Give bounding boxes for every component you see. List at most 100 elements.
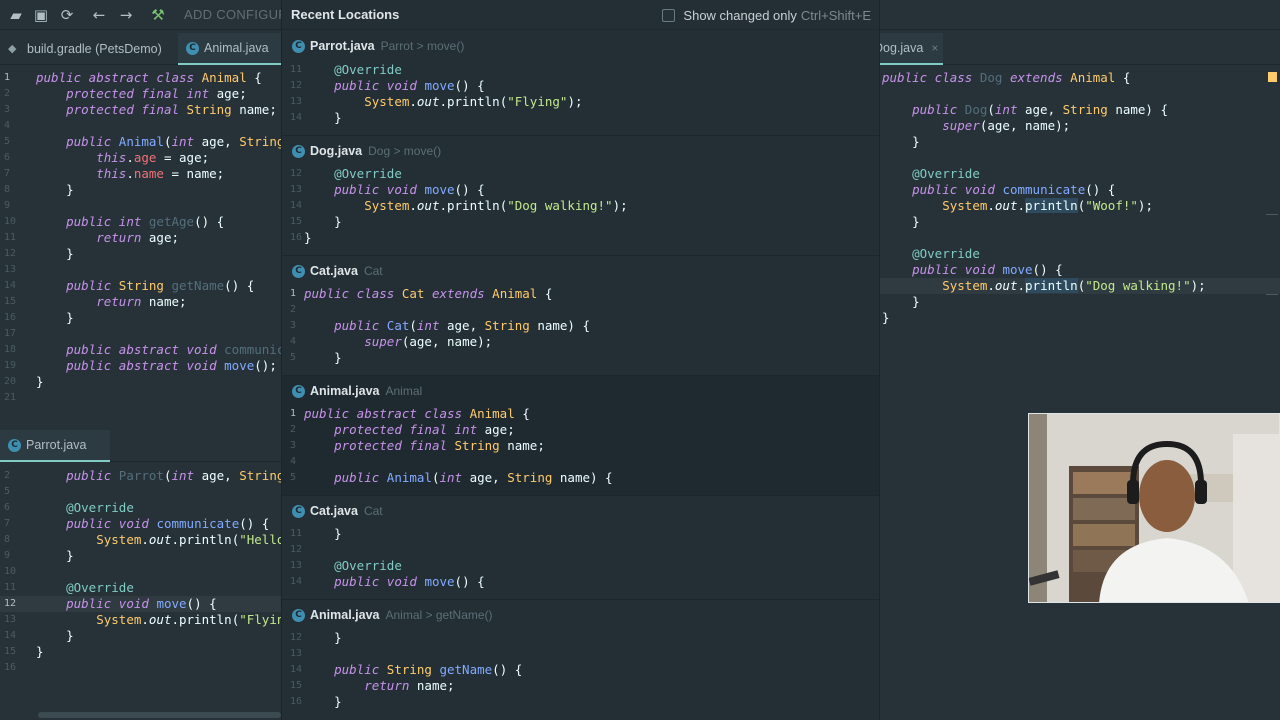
popup-title: Recent Locations: [291, 7, 400, 22]
code-line: 15 }: [290, 214, 342, 229]
right-tab-bar: Dog.java ×: [874, 33, 1280, 65]
code-line: 10 public int getAge() {: [4, 214, 225, 229]
location-item-header: C Dog.java Dog > move(): [282, 136, 879, 166]
location-path: Dog > move(): [368, 144, 442, 158]
code-line: 13: [290, 648, 303, 659]
code-line: 4: [4, 120, 11, 131]
location-item-cat-2[interactable]: C Cat.java Cat 11 } 12 13 @Override 14 p…: [282, 496, 879, 600]
code-line: 2 public Parrot(int age, String: [4, 468, 281, 483]
location-path: Cat: [363, 504, 383, 518]
gradle-icon: ◆: [8, 42, 17, 55]
code-line: 13 System.out.println("Flying");: [290, 94, 583, 109]
code-line: 21: [4, 392, 17, 403]
code-line: 12 }: [4, 246, 74, 261]
code-line: 11 @Override: [290, 62, 402, 77]
close-icon[interactable]: ×: [931, 41, 938, 55]
code-line: 5 public Animal(int age, String name) {: [290, 470, 613, 485]
code-line: 16 }: [4, 310, 74, 325]
save-icon[interactable]: ▣: [31, 5, 51, 25]
location-item-parrot-move[interactable]: C Parrot.java Parrot > move() 11 @Overri…: [282, 30, 879, 136]
presenter-video: [1029, 414, 1279, 602]
arrow-left-icon[interactable]: ←: [89, 5, 109, 25]
folder-icon[interactable]: ▰: [6, 5, 26, 25]
hammer-icon[interactable]: ⚒: [148, 5, 168, 25]
code-line: 13: [4, 264, 17, 275]
tab-label: Parrot.java: [26, 438, 87, 452]
code-line: 11 }: [290, 526, 342, 541]
location-item-header: C Cat.java Cat: [282, 256, 879, 286]
code-line: public Dog(int age, String name) {: [912, 102, 1169, 117]
location-file-name: Dog.java: [310, 144, 363, 158]
location-item-dog-move[interactable]: C Dog.java Dog > move() 12 @Override 13 …: [282, 136, 879, 256]
code-line: 1 public abstract class Animal {: [290, 406, 530, 421]
shortcut-label: Ctrl+Shift+E: [800, 8, 871, 23]
code-line: @Override: [912, 246, 980, 261]
location-item-cat[interactable]: C Cat.java Cat 1 public class Cat extends…: [282, 256, 879, 376]
show-changed-label: Show changed only: [683, 8, 797, 23]
code-line: }: [882, 134, 920, 149]
left-tab-bar: ◆ build.gradle (PetsDemo) C Animal.java: [0, 33, 281, 65]
code-line: 3 protected final String name;: [290, 438, 545, 453]
location-item-animal[interactable]: C Animal.java Animal 1 public abstract cl…: [282, 376, 879, 496]
code-line: }: [882, 294, 920, 309]
scroll-marker: [1266, 214, 1278, 215]
code-line: 5 }: [290, 350, 342, 365]
code-line: }: [882, 214, 920, 229]
tab-dog-java[interactable]: Dog.java ×: [874, 33, 943, 65]
animal-editor[interactable]: 1 public abstract class Animal { 2 protec…: [0, 70, 281, 410]
code-line: 1 public abstract class Animal {: [4, 70, 262, 85]
code-line: 12 }: [290, 630, 342, 645]
java-class-icon: C: [292, 504, 305, 518]
code-line: 17: [4, 328, 17, 339]
code-line: 15 return name;: [290, 678, 455, 693]
horizontal-scrollbar[interactable]: [38, 712, 281, 718]
code-line-current: System.out.println("Dog walking!");: [880, 278, 1280, 294]
java-class-icon: C: [292, 264, 305, 278]
code-line: 16 }: [290, 694, 342, 709]
java-class-icon: C: [292, 608, 305, 622]
location-item-animal-getname[interactable]: C Animal.java Animal > getName() 12 } 13…: [282, 600, 879, 720]
code-line: 8 System.out.println("Hello: [4, 532, 281, 547]
warning-marker[interactable]: [1268, 72, 1277, 82]
code-line: 9 }: [4, 548, 74, 563]
location-item-header: C Animal.java Animal > getName(): [282, 600, 879, 630]
tab-parrot-java[interactable]: C Parrot.java: [0, 430, 110, 462]
tab-animal-java[interactable]: C Animal.java: [178, 33, 281, 65]
checkbox-icon[interactable]: [662, 9, 676, 22]
location-path: Animal: [385, 384, 423, 398]
location-path: Animal > getName(): [385, 608, 493, 622]
java-class-icon: C: [292, 39, 305, 53]
code-line: 2 protected final int age;: [290, 422, 515, 437]
code-line: 14 }: [290, 110, 342, 125]
code-line: 19 public abstract void move();: [4, 358, 277, 373]
code-line: 14 public void move() {: [290, 574, 485, 589]
code-line: 12: [290, 544, 303, 555]
code-line: 20}: [4, 374, 44, 389]
code-line: 4 super(age, name);: [290, 334, 493, 349]
code-line: 13 public void move() {: [290, 182, 485, 197]
tab-label: build.gradle (PetsDemo): [27, 42, 162, 56]
arrow-right-icon[interactable]: →: [116, 5, 136, 25]
code-line: 8 }: [4, 182, 74, 197]
code-line: 12 @Override: [290, 166, 402, 181]
code-line: 9: [4, 200, 11, 211]
code-line: 2: [290, 304, 297, 315]
dog-editor[interactable]: public class Dog extends Animal { public…: [880, 70, 1280, 330]
parrot-editor[interactable]: 2 public Parrot(int age, String 5 6 @Ove…: [0, 468, 281, 708]
code-line: 7 public void communicate() {: [4, 516, 270, 531]
code-line: 7 this.name = name;: [4, 166, 225, 181]
tab-build-gradle[interactable]: ◆ build.gradle (PetsDemo): [0, 33, 175, 65]
show-changed-only-checkbox[interactable]: Show changed only Ctrl+Shift+E: [662, 8, 871, 23]
code-line: 14 System.out.println("Dog walking!");: [290, 198, 628, 213]
recent-locations-popup[interactable]: Recent Locations Show changed only Ctrl+…: [281, 0, 880, 720]
code-line: 14 }: [4, 628, 74, 643]
code-line: public void communicate() {: [912, 182, 1116, 197]
code-line: @Override: [912, 166, 980, 181]
java-class-icon: C: [292, 384, 305, 398]
sync-icon[interactable]: ⟳: [57, 5, 77, 25]
java-class-icon: C: [186, 41, 199, 55]
code-line: 5 public Animal(int age, String: [4, 134, 281, 149]
tab-label: Dog.java: [874, 41, 924, 55]
